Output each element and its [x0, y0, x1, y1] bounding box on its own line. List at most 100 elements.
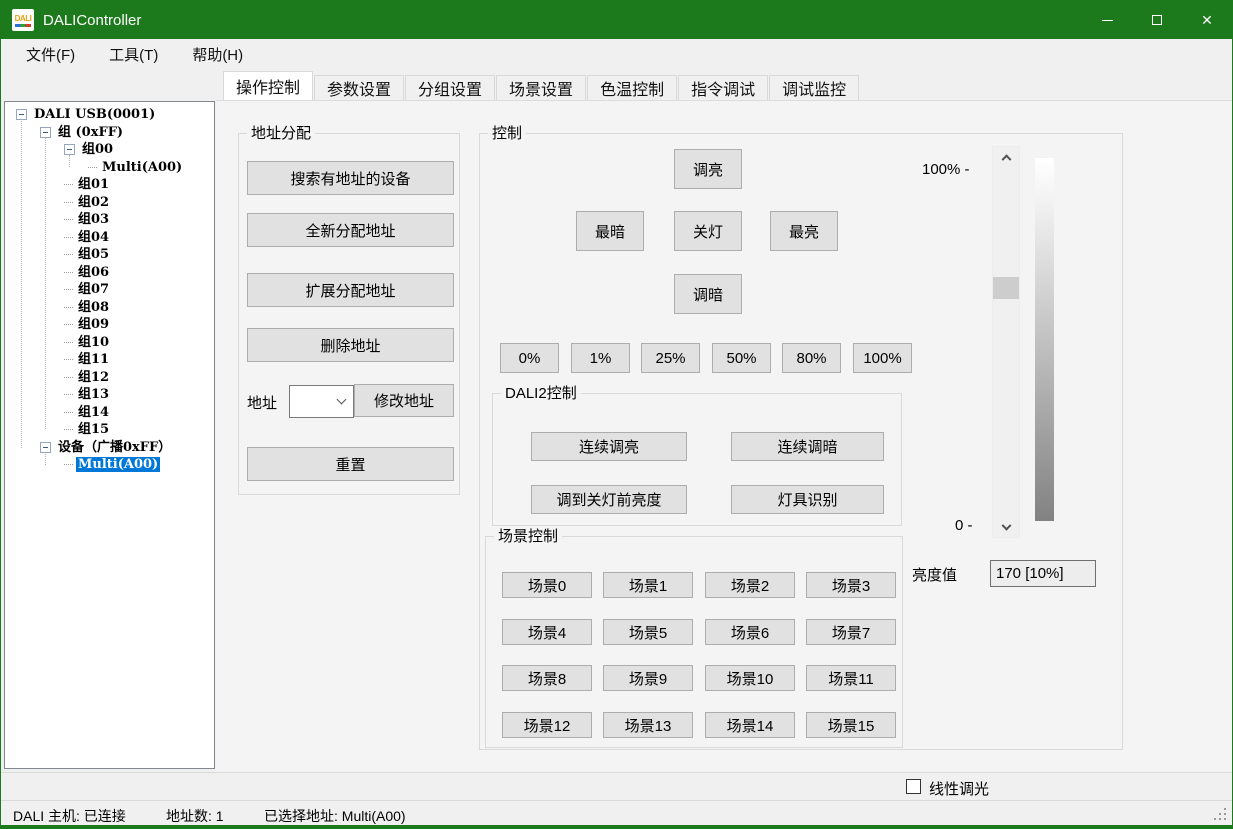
brightness-scrollbar[interactable]	[992, 146, 1020, 538]
tree-connector	[64, 429, 73, 430]
tree-item[interactable]: 组08	[5, 299, 214, 317]
tab-2[interactable]: 参数设置	[314, 75, 404, 100]
menu-item-tools[interactable]: 工具(T)	[99, 40, 168, 69]
maximize-button[interactable]	[1132, 1, 1182, 39]
dali2-group: DALI2控制 连续调亮连续调暗调到关灯前亮度灯具识别	[492, 393, 902, 526]
scene-button-10[interactable]: 场景10	[705, 665, 795, 691]
dim-up-button[interactable]: 调亮	[674, 149, 742, 189]
tree-item[interactable]: DALI USB(0001)	[5, 106, 214, 124]
device-tree: DALI USB(0001)组 (0xFF)组00Multi(A00)组01组0…	[4, 101, 215, 769]
control-group-title: 控制	[488, 124, 526, 143]
scene-group-title: 场景控制	[494, 527, 562, 546]
tree-item-label: 组05	[76, 247, 111, 262]
delete-address-button[interactable]: 删除地址	[247, 328, 454, 362]
scene-button-4[interactable]: 场景4	[502, 619, 592, 645]
scene-button-8[interactable]: 场景8	[502, 665, 592, 691]
modify-address-button[interactable]: 修改地址	[354, 384, 454, 417]
tree-item[interactable]: 组07	[5, 281, 214, 299]
tree-item[interactable]: Multi(A00)	[5, 159, 214, 177]
scene-button-14[interactable]: 场景14	[705, 712, 795, 738]
dali2-group-title: DALI2控制	[501, 384, 581, 403]
scroll-up-icon[interactable]	[993, 147, 1019, 165]
tree-collapse-icon[interactable]	[16, 109, 27, 120]
close-button[interactable]: ✕	[1182, 1, 1232, 39]
tab-7[interactable]: 调试监控	[769, 75, 859, 100]
tree-item-label: 组07	[76, 282, 111, 297]
tab-1[interactable]: 操作控制	[223, 71, 313, 100]
tree-item[interactable]: 组04	[5, 229, 214, 247]
window-bottom-border	[1, 825, 1232, 828]
tree-item[interactable]: 组06	[5, 264, 214, 282]
linear-dimming-checkbox[interactable]	[906, 779, 921, 794]
brightness-value-box[interactable]: 170 [10%]	[990, 560, 1096, 587]
scene-button-9[interactable]: 场景9	[603, 665, 693, 691]
address-label: 地址	[247, 392, 277, 413]
search-addressed-devices-button[interactable]: 搜索有地址的设备	[247, 161, 454, 195]
menu-item-help[interactable]: 帮助(H)	[182, 40, 253, 69]
percent-button-25[interactable]: 25%	[641, 343, 700, 373]
scene-button-13[interactable]: 场景13	[603, 712, 693, 738]
scene-button-3[interactable]: 场景3	[806, 572, 896, 598]
tree-item[interactable]: 组10	[5, 334, 214, 352]
assign-new-address-button[interactable]: 全新分配地址	[247, 213, 454, 247]
address-combobox[interactable]	[289, 385, 354, 418]
tree-item[interactable]: 组02	[5, 194, 214, 212]
titlebar: DALI DALIController ✕	[1, 1, 1232, 39]
minimize-icon	[1102, 20, 1113, 21]
scene-button-5[interactable]: 场景5	[603, 619, 693, 645]
scene-button-11[interactable]: 场景11	[806, 665, 896, 691]
scene-button-6[interactable]: 场景6	[705, 619, 795, 645]
continuous-dim-down-button[interactable]: 连续调暗	[731, 432, 884, 461]
tab-6[interactable]: 指令调试	[678, 75, 768, 100]
tree-item-label: 组09	[76, 317, 111, 332]
scrollbar-thumb[interactable]	[993, 277, 1019, 299]
tab-3[interactable]: 分组设置	[405, 75, 495, 100]
tree-collapse-icon[interactable]	[40, 127, 51, 138]
dim-min-button[interactable]: 最暗	[576, 211, 644, 251]
tree-collapse-icon[interactable]	[40, 442, 51, 453]
tree-item[interactable]: 组15	[5, 421, 214, 439]
tree-item[interactable]: 设备（广播0xFF）	[5, 439, 214, 457]
minimize-button[interactable]	[1082, 1, 1132, 39]
percent-button-100[interactable]: 100%	[853, 343, 912, 373]
recall-last-level-button[interactable]: 调到关灯前亮度	[531, 485, 687, 514]
scroll-down-icon[interactable]	[993, 519, 1019, 537]
lamp-identify-button[interactable]: 灯具识别	[731, 485, 884, 514]
reset-button[interactable]: 重置	[247, 447, 454, 481]
tree-item-label: 组10	[76, 335, 111, 350]
scene-button-12[interactable]: 场景12	[502, 712, 592, 738]
tree-item[interactable]: 组13	[5, 386, 214, 404]
tree-item[interactable]: 组12	[5, 369, 214, 387]
percent-button-50[interactable]: 50%	[712, 343, 771, 373]
tree-collapse-icon[interactable]	[64, 144, 75, 155]
tree-item[interactable]: 组05	[5, 246, 214, 264]
tab-4[interactable]: 场景设置	[496, 75, 586, 100]
scene-button-0[interactable]: 场景0	[502, 572, 592, 598]
tree-item[interactable]: 组11	[5, 351, 214, 369]
resize-grip-icon[interactable]	[1214, 808, 1226, 820]
continuous-dim-up-button[interactable]: 连续调亮	[531, 432, 687, 461]
scene-button-2[interactable]: 场景2	[705, 572, 795, 598]
tree-item-label: 组02	[76, 195, 111, 210]
tree-item[interactable]: 组00	[5, 141, 214, 159]
dim-down-button[interactable]: 调暗	[674, 274, 742, 314]
tree-item[interactable]: Multi(A00)	[5, 456, 214, 474]
dim-max-button[interactable]: 最亮	[770, 211, 838, 251]
scene-button-7[interactable]: 场景7	[806, 619, 896, 645]
tab-5[interactable]: 色温控制	[587, 75, 677, 100]
tree-item[interactable]: 组14	[5, 404, 214, 422]
tree-item[interactable]: 组 (0xFF)	[5, 124, 214, 142]
tree-item[interactable]: 组03	[5, 211, 214, 229]
percent-button-0[interactable]: 0%	[500, 343, 559, 373]
tree-guide	[69, 155, 70, 167]
scene-button-1[interactable]: 场景1	[603, 572, 693, 598]
menu-item-file[interactable]: 文件(F)	[16, 40, 85, 69]
tree-connector	[64, 289, 73, 290]
light-off-button[interactable]: 关灯	[674, 211, 742, 251]
percent-button-1[interactable]: 1%	[571, 343, 630, 373]
percent-button-80[interactable]: 80%	[782, 343, 841, 373]
extend-assign-address-button[interactable]: 扩展分配地址	[247, 273, 454, 307]
scene-button-15[interactable]: 场景15	[806, 712, 896, 738]
tree-item[interactable]: 组09	[5, 316, 214, 334]
tree-item[interactable]: 组01	[5, 176, 214, 194]
